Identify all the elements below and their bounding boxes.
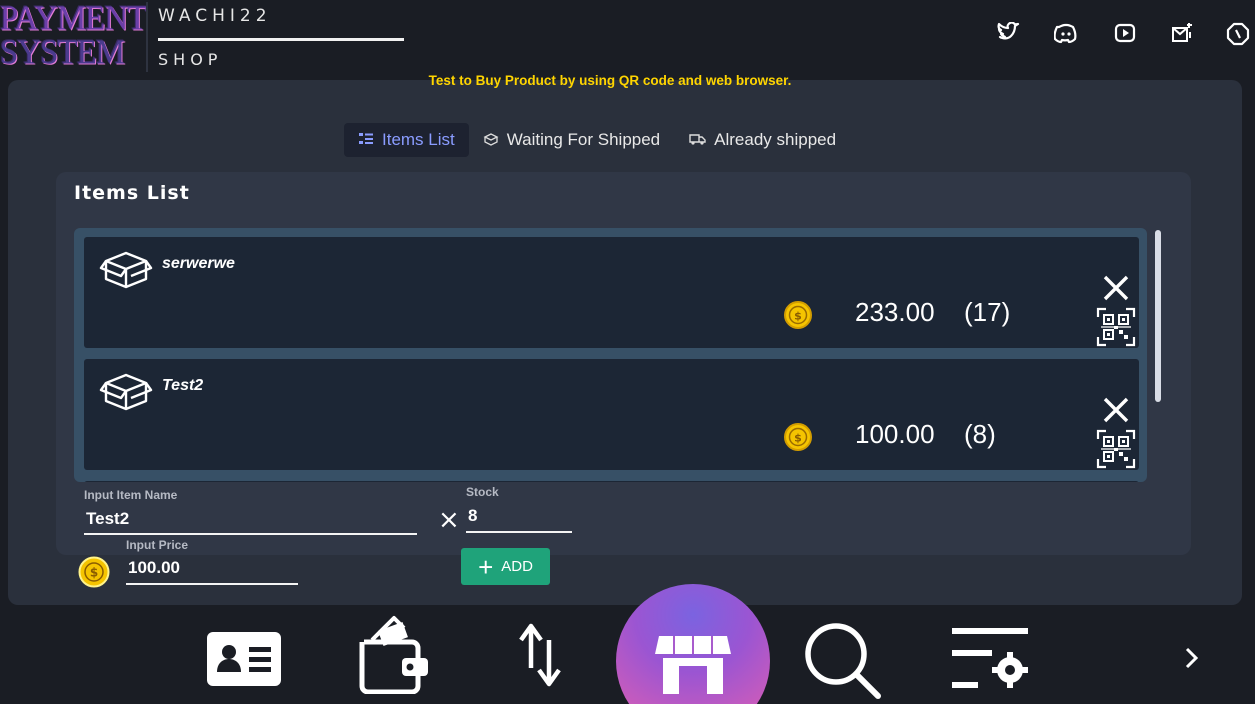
delete-item-icon[interactable] xyxy=(1101,273,1131,309)
item-price: 100.00 xyxy=(855,419,935,449)
brand-underline xyxy=(158,38,404,41)
discord-icon[interactable] xyxy=(1053,23,1078,49)
payment-system-logo: PAYMENT SYSTEM xyxy=(0,0,147,72)
contact-card-icon[interactable] xyxy=(207,632,281,690)
logo-line-1: PAYMENT xyxy=(0,0,147,38)
list-item[interactable] xyxy=(84,481,1139,482)
app-root: PAYMENT SYSTEM WACHI22 SHOP Test to Buy … xyxy=(0,0,1255,704)
price-label: Input Price xyxy=(126,538,189,552)
search-icon[interactable] xyxy=(802,620,884,704)
truck-icon xyxy=(688,132,706,149)
transfer-icon[interactable] xyxy=(519,620,563,696)
settings-icon[interactable] xyxy=(1226,22,1250,50)
twitter-icon[interactable] xyxy=(997,21,1021,48)
item-quantity: (17) xyxy=(964,297,1011,327)
coin-icon: $ xyxy=(77,555,111,593)
mail-icon[interactable] xyxy=(1170,22,1194,48)
tab-waiting-for-shipped[interactable]: Waiting For Shipped xyxy=(469,123,674,157)
settings-list-icon[interactable] xyxy=(952,628,1032,694)
wallet-icon[interactable] xyxy=(358,614,432,698)
brand-subtitle: SHOP xyxy=(158,50,223,69)
coin-icon: $ xyxy=(782,421,814,457)
list-item[interactable]: Test2 $ 100.00 (8) xyxy=(84,359,1139,470)
header-divider xyxy=(146,2,148,72)
price-input[interactable] xyxy=(126,553,298,585)
item-name-label: Input Item Name xyxy=(84,488,178,502)
svg-text:$: $ xyxy=(794,432,802,445)
item-quantity: (8) xyxy=(964,419,996,449)
stock-label: Stock xyxy=(466,485,499,499)
tab-label: Items List xyxy=(382,130,455,149)
box-icon xyxy=(98,371,160,415)
list-icon xyxy=(358,131,374,150)
qr-code-icon[interactable] xyxy=(1096,307,1136,351)
box-outline-icon xyxy=(483,132,499,149)
delete-item-icon[interactable] xyxy=(1101,395,1131,431)
item-name-input[interactable] xyxy=(84,505,417,535)
notice-banner: Test to Buy Product by using QR code and… xyxy=(428,73,792,88)
item-name: Test2 xyxy=(162,377,204,394)
item-price: 233.00 xyxy=(855,297,935,327)
brand-name: WACHI22 xyxy=(158,6,272,26)
logo-line-2: SYSTEM xyxy=(0,34,125,72)
plus-icon: + xyxy=(478,551,494,582)
store-icon[interactable] xyxy=(655,632,731,698)
box-icon xyxy=(98,249,160,293)
tab-label: Waiting For Shipped xyxy=(506,130,661,149)
tab-bar: Items List Waiting For Shipped Already s… xyxy=(344,123,850,157)
chevron-right-icon[interactable] xyxy=(1182,646,1202,674)
items-list-title: Items List xyxy=(74,182,190,204)
tab-label: Already shipped xyxy=(714,130,837,149)
list-item[interactable]: serwerwe $ 233.00 (17) xyxy=(84,237,1139,348)
qr-code-icon[interactable] xyxy=(1096,429,1136,473)
youtube-icon[interactable] xyxy=(1114,23,1136,47)
coin-icon: $ xyxy=(782,299,814,335)
items-scroll-area[interactable]: serwerwe $ 233.00 (17) Test2 $ 100.00 (8… xyxy=(74,228,1147,482)
add-button-label: ADD xyxy=(501,558,533,575)
item-name: serwerwe xyxy=(162,255,235,272)
times-symbol: × xyxy=(438,505,460,535)
svg-text:$: $ xyxy=(90,566,98,580)
scrollbar[interactable] xyxy=(1155,230,1161,402)
stock-input[interactable] xyxy=(466,501,572,533)
svg-text:$: $ xyxy=(794,310,802,323)
add-item-button[interactable]: + ADD xyxy=(461,548,550,585)
tab-already-shipped[interactable]: Already shipped xyxy=(674,123,850,157)
tab-items-list[interactable]: Items List xyxy=(344,123,469,157)
